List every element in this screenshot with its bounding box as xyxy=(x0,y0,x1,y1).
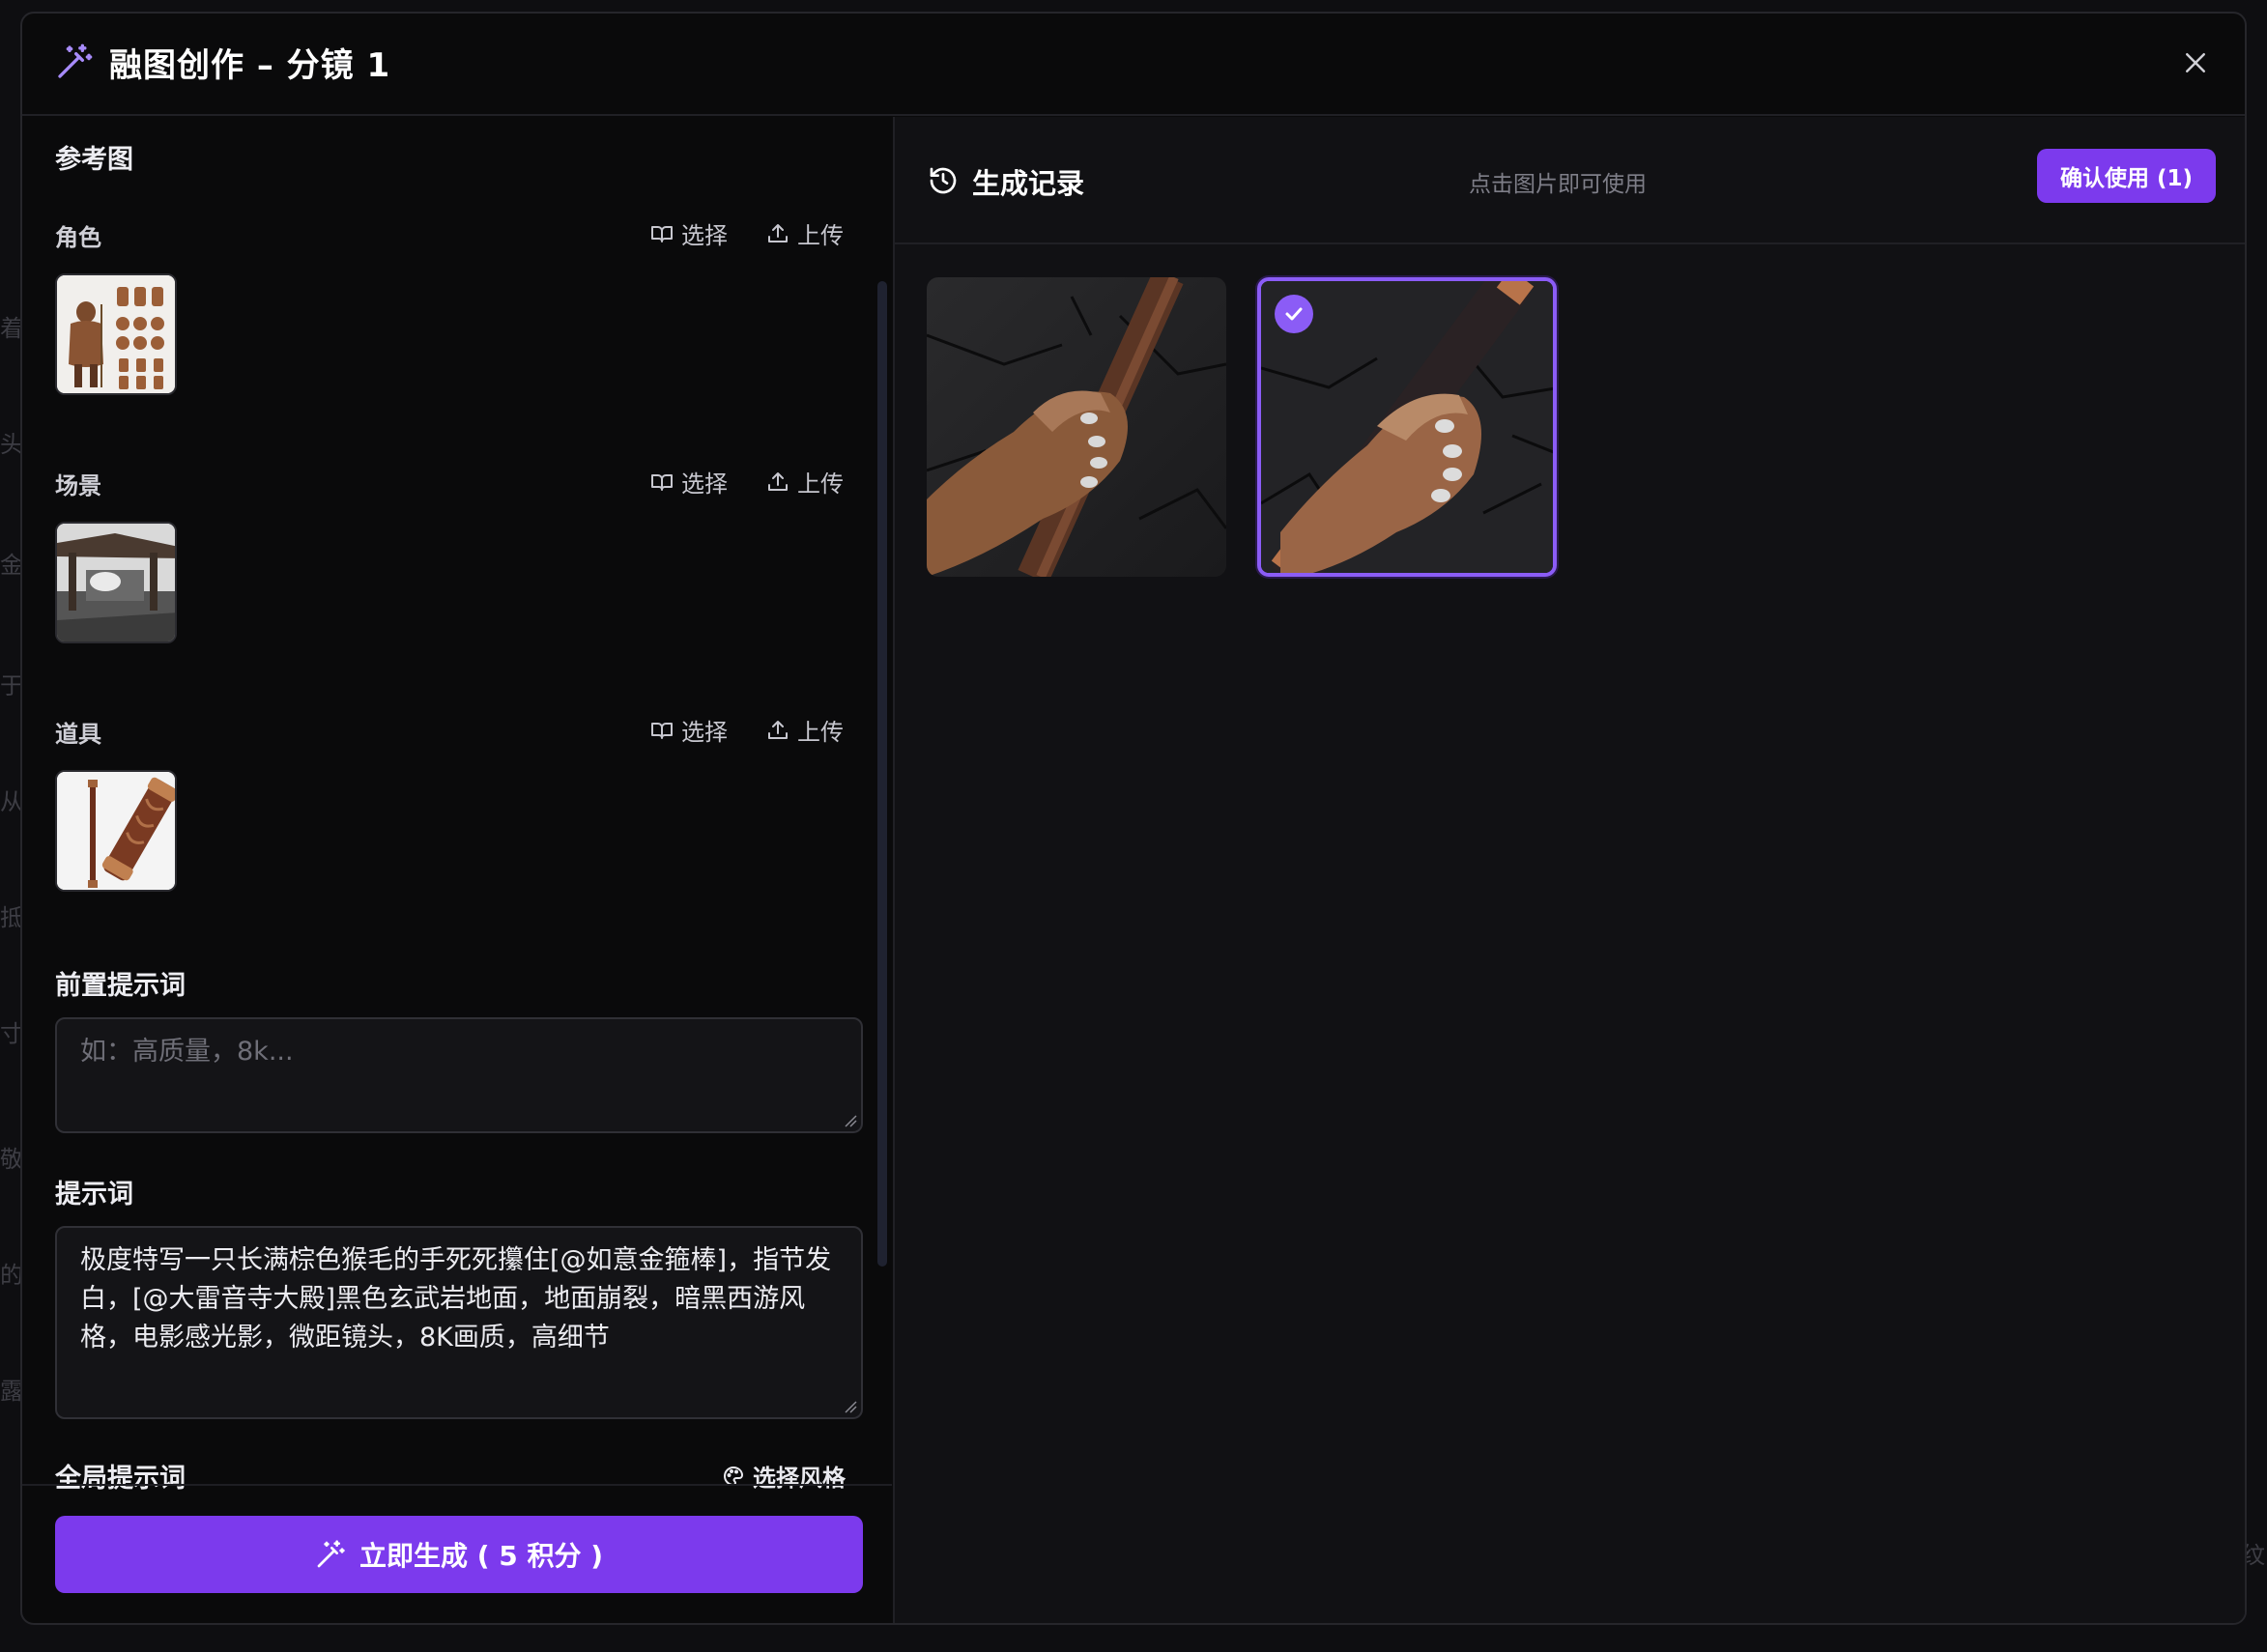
temple-ruins-image xyxy=(57,524,175,641)
history-header: 生成记录 点击图片即可使用 确认使用 (1) xyxy=(895,117,2245,244)
book-icon xyxy=(651,225,673,242)
book-icon xyxy=(651,473,673,491)
select-style-button[interactable]: 选择风格 xyxy=(722,1459,846,1493)
global-prompt-label: 全局提示词 xyxy=(55,1464,186,1494)
magic-wand-icon xyxy=(58,43,93,78)
upload-icon xyxy=(768,720,788,739)
select-label: 选择 xyxy=(681,470,728,498)
upload-icon xyxy=(768,471,788,491)
pre-prompt-input[interactable]: 如：高质量，8k... xyxy=(55,1017,863,1133)
upload-label: 上传 xyxy=(797,222,844,249)
left-scrollbar[interactable] xyxy=(877,281,887,1267)
prop-select-button[interactable]: 选择 xyxy=(650,713,728,747)
book-icon xyxy=(651,722,673,739)
modal-title: 融图创作 – 分镜 1 xyxy=(109,46,391,85)
result-image-2[interactable] xyxy=(1257,277,1557,577)
result-image-1[interactable] xyxy=(927,277,1226,577)
reference-heading: 参考图 xyxy=(55,145,133,175)
character-label: 角色 xyxy=(55,224,101,251)
generate-button[interactable]: 立即生成 ( 5 积分 ) xyxy=(55,1516,863,1593)
prop-thumbnail[interactable] xyxy=(55,770,177,892)
upload-icon xyxy=(768,223,788,242)
golden-staff-image xyxy=(57,772,175,890)
generation-history-panel: 生成记录 点击图片即可使用 确认使用 (1) xyxy=(893,117,2245,1623)
history-title: 生成记录 xyxy=(972,167,1085,200)
history-hint: 点击图片即可使用 xyxy=(1469,172,1647,197)
scene-thumbnail[interactable] xyxy=(55,522,177,643)
history-icon xyxy=(930,167,957,194)
monkey-hand-staff-image xyxy=(927,277,1226,577)
scene-label: 场景 xyxy=(55,472,101,499)
left-panel: 参考图 角色 选择 上传 场景 选择 上传 道具 选择 上传 前置提示词 如：高… xyxy=(22,117,892,1498)
footer-divider xyxy=(22,1484,892,1486)
character-sheet-image xyxy=(57,275,175,393)
character-thumbnail[interactable] xyxy=(55,273,177,395)
pre-prompt-label: 前置提示词 xyxy=(55,971,186,1001)
select-label: 选择 xyxy=(681,719,728,746)
prompt-label: 提示词 xyxy=(55,1180,133,1210)
generate-label: 立即生成 ( 5 积分 ) xyxy=(359,1540,604,1572)
resize-grip-icon[interactable] xyxy=(844,1400,857,1413)
modal-header: 融图创作 – 分镜 1 xyxy=(22,14,2245,116)
prop-upload-button[interactable]: 上传 xyxy=(766,713,844,747)
character-select-button[interactable]: 选择 xyxy=(650,216,728,250)
pre-prompt-placeholder: 如：高质量，8k... xyxy=(80,1037,294,1067)
scene-select-button[interactable]: 选择 xyxy=(650,465,728,498)
upload-label: 上传 xyxy=(797,719,844,746)
selected-check-icon xyxy=(1275,295,1313,333)
scene-upload-button[interactable]: 上传 xyxy=(766,465,844,498)
select-label: 选择 xyxy=(681,222,728,249)
prompt-value: 极度特写一只长满棕色猴毛的手死死攥住[@如意金箍棒]，指节发白，[@大雷音寺大殿… xyxy=(80,1245,832,1353)
prop-label: 道具 xyxy=(55,721,101,748)
prompt-input[interactable]: 极度特写一只长满棕色猴毛的手死死攥住[@如意金箍棒]，指节发白，[@大雷音寺大殿… xyxy=(55,1226,863,1419)
upload-label: 上传 xyxy=(797,470,844,498)
resize-grip-icon[interactable] xyxy=(844,1114,857,1127)
confirm-use-button[interactable]: 确认使用 (1) xyxy=(2036,149,2216,203)
character-upload-button[interactable]: 上传 xyxy=(766,216,844,250)
select-style-label: 选择风格 xyxy=(753,1465,846,1492)
close-icon[interactable] xyxy=(2181,48,2210,77)
fusion-creation-modal: 融图创作 – 分镜 1 参考图 角色 选择 上传 场景 选择 上传 道具 选择 … xyxy=(20,12,2247,1625)
magic-wand-icon xyxy=(317,1540,345,1568)
